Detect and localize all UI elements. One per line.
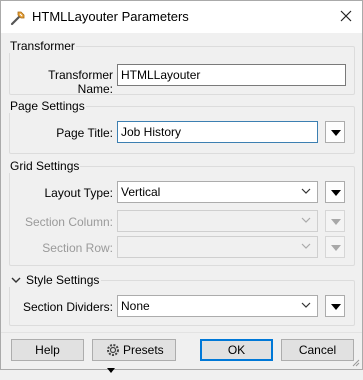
ok-button[interactable]: OK [200,339,273,361]
layout-type-menu-button[interactable] [325,181,345,203]
layout-type-value: Vertical [121,185,161,199]
section-dividers-menu-button[interactable] [325,295,345,317]
page-settings-group-title: Page Settings [9,99,86,113]
transformer-icon [10,11,25,26]
page-title-input[interactable]: Job History [117,121,318,143]
cancel-button[interactable]: Cancel [281,339,354,361]
section-row-select[interactable] [117,236,318,258]
dropdown-arrow-icon [331,245,341,251]
page-title-label: Page Title: [56,126,113,140]
title-bar[interactable]: HTMLLayouter Parameters [1,1,362,33]
chevron-down-icon [301,302,311,308]
dropdown-arrow-icon [331,219,341,225]
section-row-label: Section Row: [42,241,113,255]
layout-type-select[interactable]: Vertical [117,181,318,203]
gear-icon [107,344,119,356]
transformer-name-label: Transformer Name: [48,68,113,96]
resize-grip-icon[interactable] [350,357,360,367]
section-column-label: Section Column: [24,215,113,229]
button-bar-separator [1,332,362,333]
chevron-down-icon [301,188,311,194]
section-dividers-label: Section Dividers: [22,300,113,314]
dropdown-arrow-icon [331,304,341,310]
section-column-menu-button[interactable] [325,210,345,232]
chevron-down-icon [301,243,311,249]
grid-settings-group-title: Grid Settings [9,159,81,173]
dialog-window: HTMLLayouter Parameters Transformer Tran… [0,0,363,373]
presets-button[interactable]: Presets [92,339,176,373]
dropdown-arrow-icon [331,130,341,136]
transformer-group-title: Transformer [9,39,76,53]
dropdown-arrow-icon [331,190,341,196]
layout-type-label: Layout Type: [44,186,114,200]
chevron-down-icon [301,217,311,223]
close-icon [340,10,352,22]
transformer-name-input[interactable]: HTMLLayouter [117,64,346,86]
section-row-menu-button[interactable] [325,236,345,258]
page-title-menu-button[interactable] [325,121,345,143]
window-title: HTMLLayouter Parameters [32,9,189,24]
section-dividers-value: None [121,299,150,313]
style-settings-group-title: Style Settings [26,273,100,287]
presets-button-label: Presets [123,343,164,357]
chevron-down-icon [11,277,21,283]
section-column-select[interactable] [117,210,318,232]
style-settings-toggle[interactable]: Style Settings [9,273,102,287]
help-button[interactable]: Help [11,339,84,361]
section-dividers-select[interactable]: None [117,295,318,317]
dropdown-arrow-icon [107,368,115,373]
close-button[interactable] [336,6,356,26]
